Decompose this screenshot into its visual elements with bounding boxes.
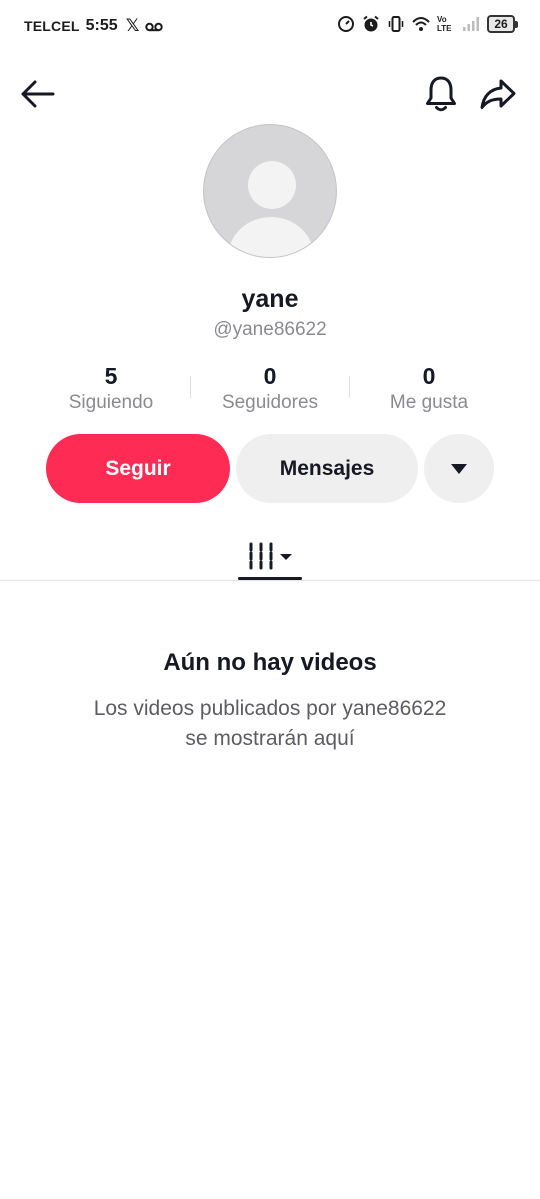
signal-icon — [463, 17, 479, 31]
bell-icon — [426, 76, 456, 112]
stat-label: Seguidores — [221, 392, 319, 413]
follow-button[interactable]: Seguir — [46, 434, 230, 503]
alarm-icon — [363, 15, 379, 32]
wifi-icon — [412, 17, 430, 31]
tab-divider — [0, 580, 540, 581]
videos-grid-icon — [249, 542, 292, 570]
stat-label: Me gusta — [389, 392, 469, 413]
avatar-head-shape — [248, 161, 296, 209]
volte-label: Vo LTE — [437, 15, 452, 33]
profile-display-name: yane — [241, 285, 299, 313]
vibrate-icon — [388, 16, 404, 32]
battery-indicator: 26 — [487, 15, 518, 33]
stat-value: 5 — [104, 363, 118, 389]
more-options-button[interactable] — [424, 434, 494, 503]
share-button[interactable] — [478, 74, 518, 114]
stat-value: 0 — [422, 363, 436, 389]
stat-value: 0 — [263, 363, 277, 389]
empty-state-title: Aún no hay videos — [163, 649, 377, 676]
empty-state-description: Los videos publicados por yane86622 se m… — [93, 697, 447, 750]
status-bar: TELCEL 5:55 𝕏 Vo LTE 26 — [0, 0, 540, 54]
caret-down-icon — [451, 463, 467, 474]
avatar-body-shape — [228, 217, 314, 257]
back-button[interactable] — [18, 74, 58, 114]
message-button[interactable]: Mensajes — [236, 434, 418, 503]
profile-username: @yane86622 — [213, 319, 327, 340]
stat-likes[interactable]: 0 Me gusta — [350, 362, 508, 414]
share-arrow-icon — [480, 79, 516, 109]
status-time: 5:55 — [85, 17, 118, 34]
back-arrow-icon — [21, 80, 55, 108]
notifications-button[interactable] — [421, 74, 461, 114]
data-saver-icon — [338, 16, 354, 32]
x-app-icon: 𝕏 — [125, 16, 140, 35]
stat-following[interactable]: 5 Siguiendo — [32, 362, 190, 414]
tab-videos[interactable] — [238, 530, 302, 580]
battery-level: 26 — [487, 15, 515, 33]
stat-label: Siguiendo — [68, 392, 154, 413]
battery-tip — [515, 20, 518, 28]
profile-stats: 5 Siguiendo 0 Seguidores 0 Me gusta — [32, 362, 508, 418]
voicemail-icon — [145, 22, 164, 32]
avatar[interactable] — [203, 124, 337, 258]
carrier-label: TELCEL — [24, 18, 80, 34]
stat-followers[interactable]: 0 Seguidores — [191, 362, 349, 414]
